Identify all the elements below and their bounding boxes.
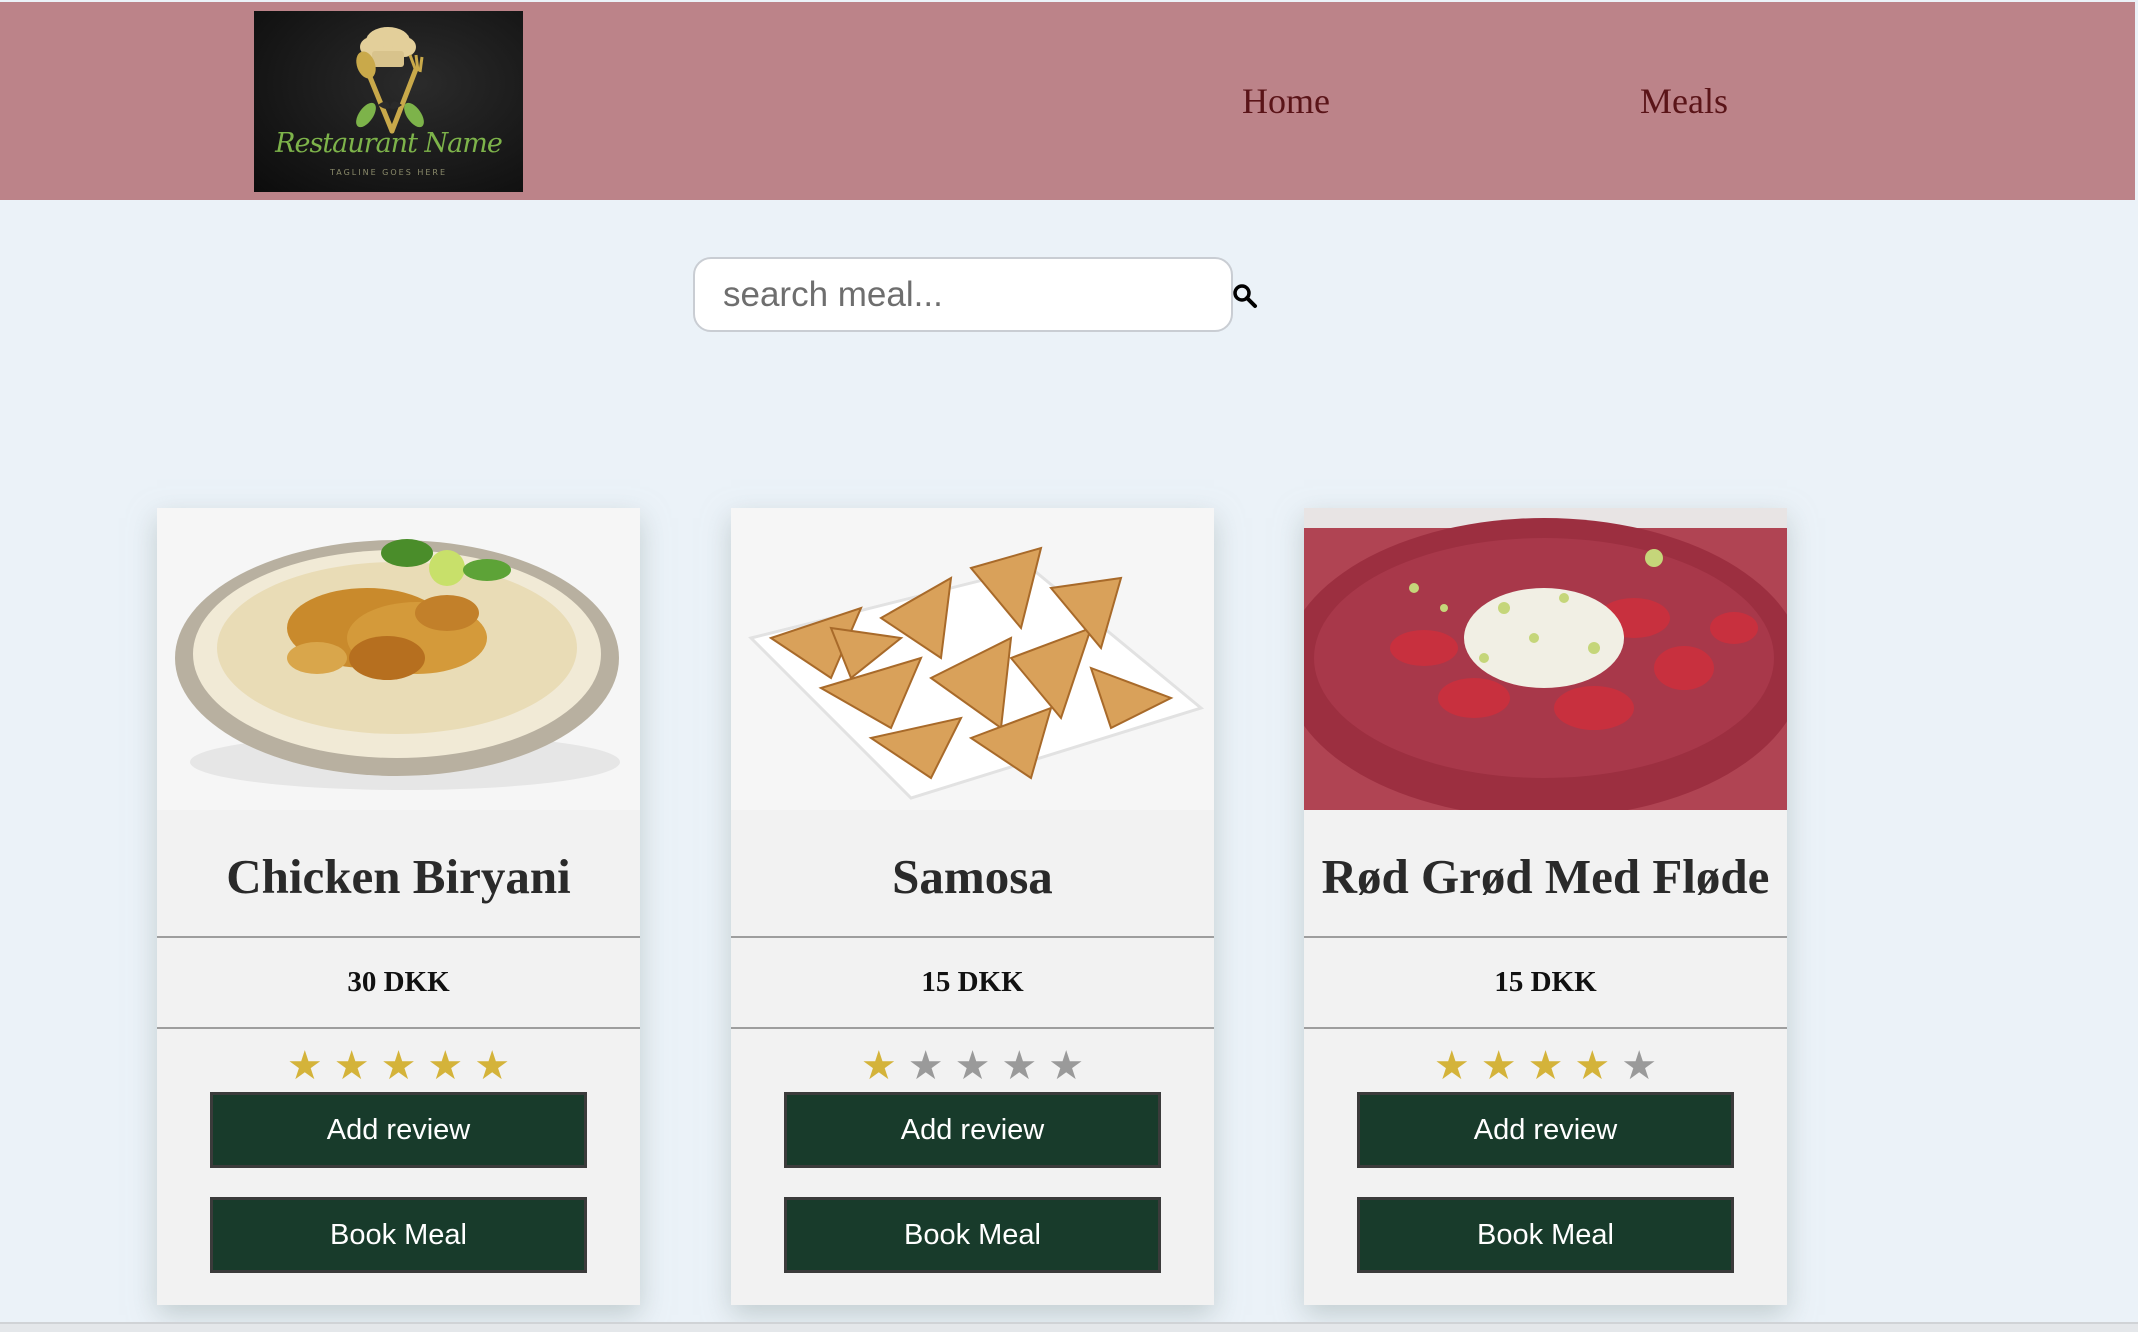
restaurant-logo[interactable]: Restaurant Name TAGLINE GOES HERE [254,11,523,192]
meal-title: Chicken Biryani [226,849,571,904]
star-empty-icon: ★ [1621,1043,1658,1089]
meal-card: Rød Grød Med Fløde 15 DKK ★ ★ ★ ★ ★ Add revi… [1304,508,1787,1305]
book-meal-button[interactable]: Book Meal [1357,1197,1734,1273]
meal-title: Rød Grød Med Fløde [1321,849,1770,904]
book-meal-button[interactable]: Book Meal [784,1197,1161,1273]
star-empty-icon: ★ [907,1043,944,1089]
star-filled-icon: ★ [333,1043,370,1089]
meal-card: Chicken Biryani 30 DKK ★ ★ ★ ★ ★ Add review … [157,508,640,1305]
star-empty-icon: ★ [1001,1043,1038,1089]
star-filled-icon: ★ [860,1043,897,1089]
page-bottom-edge [0,1322,2138,1332]
logo-name: Restaurant Name [275,128,503,159]
star-filled-icon: ★ [1480,1043,1517,1089]
search-icon[interactable] [1232,283,1258,309]
divider [1304,1027,1787,1029]
rating-stars: ★ ★ ★ ★ ★ [731,1046,1214,1086]
divider [157,1027,640,1029]
meal-price: 30 DKK [347,966,450,998]
star-empty-icon: ★ [954,1043,991,1089]
samosa-image [731,508,1214,810]
meal-card: Samosa 15 DKK ★ ★ ★ ★ ★ Add review Book Meal [731,508,1214,1305]
meal-price: 15 DKK [1494,966,1597,998]
logo-tagline: TAGLINE GOES HERE [329,168,448,177]
chicken-biryani-image [157,508,640,810]
rating-stars: ★ ★ ★ ★ ★ [1304,1046,1787,1086]
divider [731,936,1214,938]
star-filled-icon: ★ [380,1043,417,1089]
star-filled-icon: ★ [427,1043,464,1089]
divider [731,1027,1214,1029]
star-filled-icon: ★ [1574,1043,1611,1089]
nav-link-home[interactable]: Home [1242,80,1330,122]
nav-link-meals[interactable]: Meals [1640,80,1728,122]
divider [1304,936,1787,938]
add-review-button[interactable]: Add review [1357,1092,1734,1168]
meal-price: 15 DKK [921,966,1024,998]
rating-stars: ★ ★ ★ ★ ★ [157,1046,640,1086]
add-review-button[interactable]: Add review [784,1092,1161,1168]
star-filled-icon: ★ [286,1043,323,1089]
add-review-button[interactable]: Add review [210,1092,587,1168]
navbar: Restaurant Name TAGLINE GOES HERE Home M… [0,2,2135,200]
rod-grod-image [1304,508,1787,810]
star-filled-icon: ★ [1433,1043,1470,1089]
star-empty-icon: ★ [1048,1043,1085,1089]
divider [157,936,640,938]
meal-title: Samosa [892,849,1053,904]
book-meal-button[interactable]: Book Meal [210,1197,587,1273]
star-filled-icon: ★ [1527,1043,1564,1089]
search-input[interactable] [693,257,1233,332]
chef-hat-cutlery-icon [356,27,424,134]
star-filled-icon: ★ [474,1043,511,1089]
